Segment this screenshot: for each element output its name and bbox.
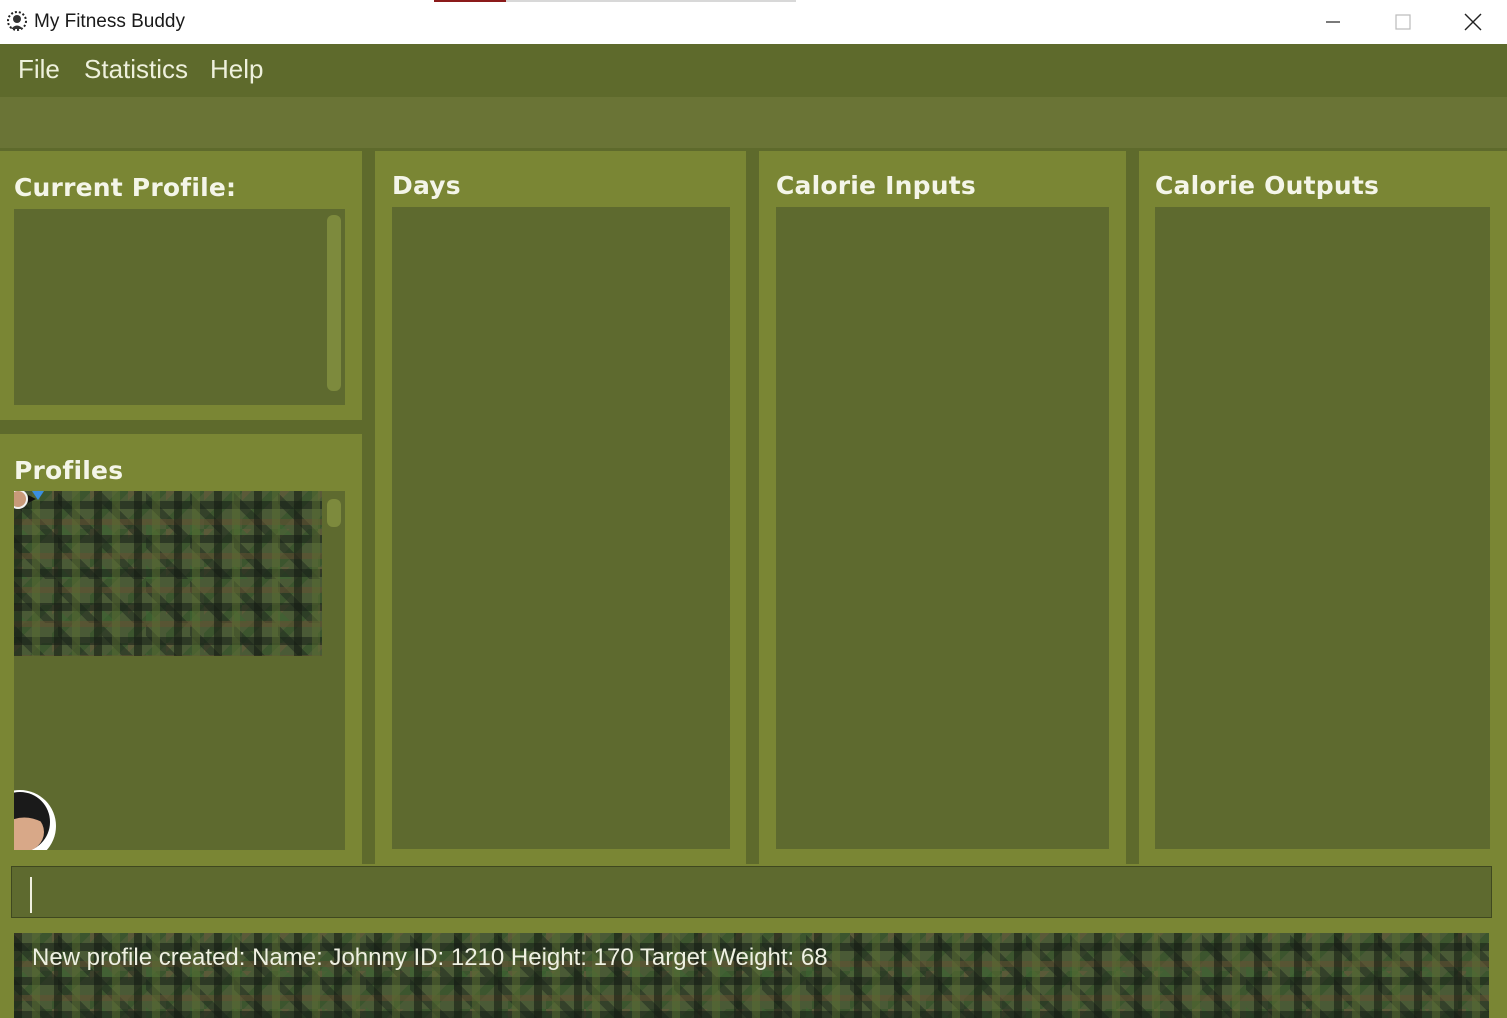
result-display: New profile created: Name: Johnny ID: 12… xyxy=(14,933,1489,1018)
menu-bar: File Statistics Help xyxy=(0,44,1507,97)
days-panel: Days xyxy=(375,151,746,864)
window-title: My Fitness Buddy xyxy=(34,11,185,32)
current-profile-scrollbar[interactable] xyxy=(327,215,341,391)
calorie-inputs-list[interactable] xyxy=(776,207,1109,849)
profiles-title: Profiles xyxy=(14,456,124,485)
calorie-inputs-title: Calorie Inputs xyxy=(776,171,976,200)
minimize-button[interactable] xyxy=(1298,0,1368,44)
close-icon xyxy=(1464,13,1482,31)
fitness-buddy-logo-icon xyxy=(7,11,27,31)
calorie-outputs-list[interactable] xyxy=(1155,207,1490,849)
title-progress-track xyxy=(434,0,796,2)
days-list[interactable] xyxy=(392,207,730,849)
current-profile-title: Current Profile: xyxy=(14,173,237,202)
close-button[interactable] xyxy=(1438,0,1507,44)
calorie-outputs-title: Calorie Outputs xyxy=(1155,171,1380,200)
command-input[interactable] xyxy=(11,866,1492,918)
profile-avatar-photo-icon xyxy=(14,790,56,850)
menu-help[interactable]: Help xyxy=(210,54,263,85)
toolbar-band xyxy=(0,97,1507,148)
current-profile-view[interactable] xyxy=(14,209,345,405)
profiles-list[interactable] xyxy=(14,491,345,850)
maximize-icon xyxy=(1395,14,1411,30)
profile-card-camo[interactable] xyxy=(14,491,322,656)
text-caret xyxy=(30,877,32,913)
profiles-panel: Profiles xyxy=(0,434,362,864)
menu-file[interactable]: File xyxy=(18,54,60,85)
menu-statistics[interactable]: Statistics xyxy=(84,54,188,85)
profiles-scrollbar[interactable] xyxy=(327,499,341,527)
profile-avatar-icon xyxy=(14,491,44,509)
minimize-icon xyxy=(1326,21,1340,23)
calorie-outputs-panel: Calorie Outputs xyxy=(1139,151,1507,864)
current-profile-panel: Current Profile: xyxy=(0,151,362,420)
maximize-button[interactable] xyxy=(1368,0,1438,44)
title-progress-fill xyxy=(434,0,506,2)
result-message: New profile created: Name: Johnny ID: 12… xyxy=(32,944,828,971)
days-title: Days xyxy=(392,171,461,200)
calorie-inputs-panel: Calorie Inputs xyxy=(759,151,1126,864)
title-bar: My Fitness Buddy xyxy=(0,0,1507,44)
